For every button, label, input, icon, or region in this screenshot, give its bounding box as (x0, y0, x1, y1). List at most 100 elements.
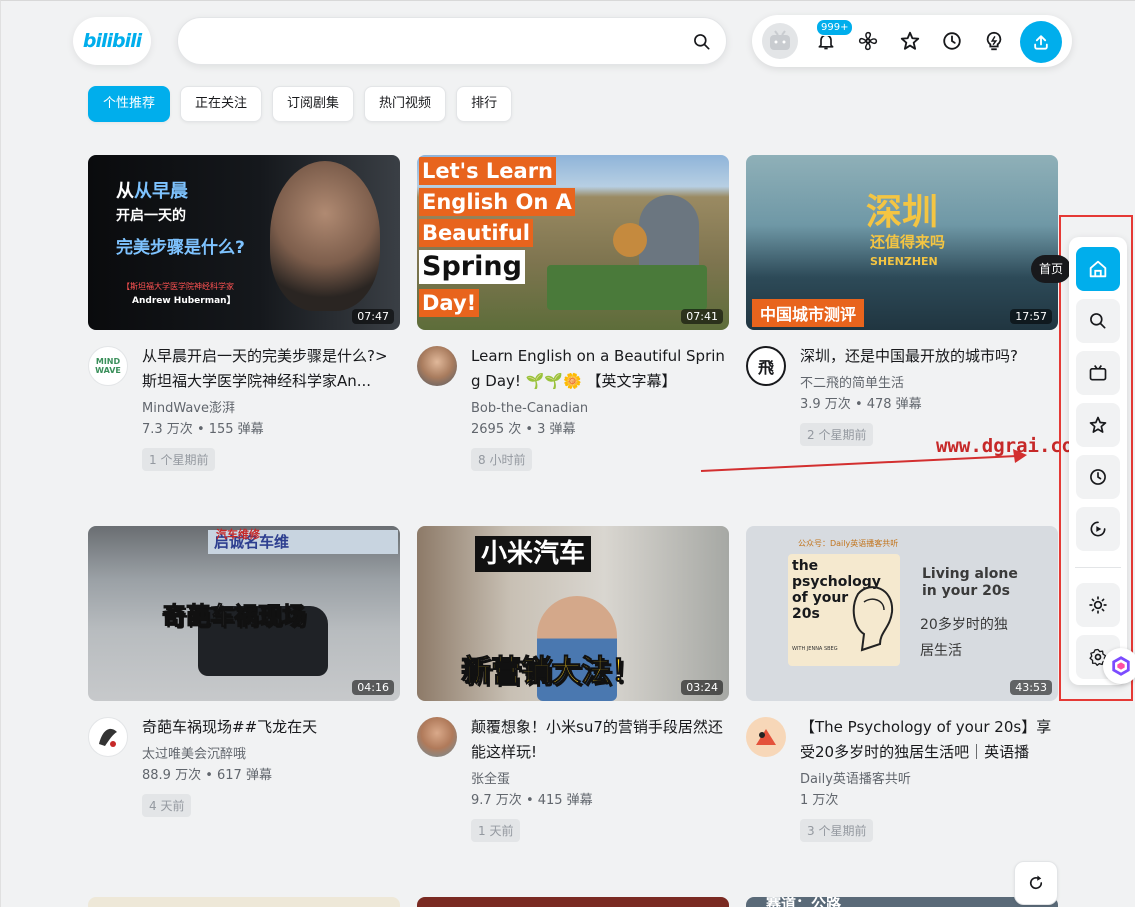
video-card[interactable]: 公众号：Daily英语播客共听 the psychology of your 2… (746, 526, 1058, 842)
video-thumbnail[interactable]: 深圳 还值得来吗 SHENZHEN 中国城市测评 17:57 (746, 155, 1058, 330)
thumb-text: English On A (419, 188, 575, 216)
video-card[interactable]: 启诚名车维 汽车维修 奇葩车祸现场 04:16 奇葩车祸现场##飞龙在天 太过唯… (88, 526, 400, 817)
uploader-name[interactable]: Bob-the-Canadian (471, 398, 729, 419)
thumb-text: 奇葩车祸现场 (162, 602, 307, 631)
thumb-text: 新营销大法！ (461, 654, 642, 690)
video-title[interactable]: 奇葩车祸现场##飞龙在天 (142, 715, 400, 740)
thumb-text: 【斯坦福大学医学院神经科学家 (122, 282, 234, 291)
tab-ranking[interactable]: 排行 (456, 86, 513, 122)
thumb-text: 从从早晨 (116, 181, 188, 202)
thumb-text: Beautiful (419, 219, 533, 247)
video-title[interactable]: 从早晨开启一天的完美步骤是什么?>斯坦福大学医学院神经科学家An... (142, 344, 400, 394)
uploader-name[interactable]: 不二飛的简单生活 (800, 373, 1058, 394)
thumb-text: Spring (419, 250, 525, 284)
publish-time: 8 小时前 (471, 448, 533, 471)
video-stats: 2695 次 • 3 弹幕 (471, 422, 576, 437)
bilibili-logo[interactable]: bilibili (73, 17, 151, 65)
thumb-text: WITH JENNA SBEG (792, 646, 838, 652)
video-thumbnail-partial[interactable] (417, 897, 729, 907)
tab-popular[interactable]: 热门视频 (364, 86, 447, 122)
lightbulb-icon[interactable] (982, 29, 1006, 53)
search-bar[interactable] (177, 17, 727, 65)
sidebar-divider (1075, 567, 1121, 568)
sun-icon (1089, 596, 1107, 614)
uploader-avatar[interactable] (746, 717, 786, 757)
video-duration: 04:16 (352, 680, 394, 695)
thumb-text: Let's Learn (419, 157, 557, 185)
clock-icon[interactable] (940, 29, 964, 53)
uploader-name[interactable]: MindWave澎湃 (142, 398, 400, 419)
publish-time: 1 天前 (471, 819, 521, 842)
video-thumbnail-partial[interactable]: 赛道：公路 (746, 897, 1058, 907)
video-stats: 9.7 万次 • 415 弹幕 (471, 793, 593, 808)
sidebar-theme-button[interactable] (1076, 583, 1120, 627)
sidebar-favorites-button[interactable] (1076, 403, 1120, 447)
video-thumbnail[interactable]: 从从早晨 开启一天的 完美步骤是什么? 【斯坦福大学医学院神经科学家 Andre… (88, 155, 400, 330)
uploader-name[interactable]: 张全蛋 (471, 769, 729, 790)
video-card[interactable]: Let's Learn English On A Beautiful Sprin… (417, 155, 729, 471)
home-icon (1089, 260, 1107, 278)
refresh-button[interactable] (1014, 861, 1058, 905)
tab-subscribed-series[interactable]: 订阅剧集 (272, 86, 355, 122)
video-thumbnail[interactable]: 启诚名车维 汽车维修 奇葩车祸现场 04:16 (88, 526, 400, 701)
tab-following[interactable]: 正在关注 (180, 86, 263, 122)
video-thumbnail[interactable]: 小米汽车 新营销大法！ 03:24 (417, 526, 729, 701)
video-card[interactable]: 从从早晨 开启一天的 完美步骤是什么? 【斯坦福大学医学院神经科学家 Andre… (88, 155, 400, 471)
uploader-avatar[interactable]: MIND WAVE (88, 346, 128, 386)
video-duration: 17:57 (1010, 309, 1052, 324)
uploader-name[interactable]: Daily英语播客共听 (800, 769, 1058, 790)
head-illustration-icon (852, 586, 894, 652)
video-card[interactable]: 小米汽车 新营销大法！ 03:24 颠覆想象！小米su7的营销手段居然还能这样玩… (417, 526, 729, 842)
fan-icon[interactable] (856, 29, 880, 53)
thumb-text: Living alone in your 20s (922, 566, 1018, 599)
publish-time: 4 天前 (142, 794, 192, 817)
upload-icon (1034, 35, 1048, 50)
sidebar-watchlater-button[interactable] (1076, 507, 1120, 551)
video-title[interactable]: 颠覆想象！小米su7的营销手段居然还能这样玩! (471, 715, 729, 765)
video-thumbnail-partial[interactable] (88, 897, 400, 907)
hexagon-app-icon (1112, 656, 1130, 676)
thumb-text: 小米汽车 (475, 536, 592, 572)
uploader-avatar[interactable] (88, 717, 128, 757)
search-input[interactable] (196, 30, 676, 54)
search-icon[interactable] (692, 32, 712, 52)
user-avatar[interactable] (762, 23, 798, 59)
home-tooltip: 首页 (1031, 255, 1072, 283)
thumb-text: 赛道：公路 (766, 897, 842, 907)
logo-text: bilibili (82, 30, 142, 52)
video-title[interactable]: 【The Psychology of your 20s】享受20多岁时的独居生活… (800, 715, 1058, 765)
sidebar-home-button[interactable] (1076, 247, 1120, 291)
video-duration: 07:47 (352, 309, 394, 324)
video-title[interactable]: 深圳，还是中国最开放的城市吗? (800, 344, 1058, 369)
upload-button[interactable] (1020, 21, 1062, 63)
tv-icon (1089, 365, 1107, 381)
video-title[interactable]: Learn English on a Beautiful Spring Day!… (471, 344, 729, 394)
star-icon[interactable] (898, 29, 922, 53)
publish-time: 3 个星期前 (800, 819, 874, 842)
uploader-avatar[interactable] (417, 346, 457, 386)
video-stats: 88.9 万次 • 617 弹幕 (142, 768, 272, 783)
clock-icon (1090, 469, 1106, 485)
thumb-text: 20多岁时的独居生活 (920, 617, 1008, 659)
video-card[interactable]: 深圳 还值得来吗 SHENZHEN 中国城市测评 17:57 飛 深圳，还是中国… (746, 155, 1058, 446)
video-stats: 3.9 万次 • 478 弹幕 (800, 397, 922, 412)
category-tabs: 个性推荐 正在关注 订阅剧集 热门视频 排行 (88, 86, 513, 122)
publish-time: 1 个星期前 (142, 448, 216, 471)
video-thumbnail[interactable]: Let's Learn English On A Beautiful Sprin… (417, 155, 729, 330)
uploader-name[interactable]: 太过唯美会沉醉哦 (142, 744, 400, 765)
video-thumbnail[interactable]: 公众号：Daily英语播客共听 the psychology of your 2… (746, 526, 1058, 701)
dog-figure (613, 223, 647, 257)
plant-cart (547, 265, 707, 310)
thumb-text: 开启一天的 (116, 208, 186, 224)
thumb-text: 深圳 (866, 191, 939, 233)
floating-app-button[interactable] (1103, 648, 1135, 684)
uploader-avatar[interactable] (417, 717, 457, 757)
play-icon (1090, 521, 1106, 537)
sidebar-tv-button[interactable] (1076, 351, 1120, 395)
tab-recommended[interactable]: 个性推荐 (88, 86, 171, 122)
video-stats: 7.3 万次 • 155 弹幕 (142, 422, 264, 437)
sidebar-search-button[interactable] (1076, 299, 1120, 343)
uploader-avatar[interactable]: 飛 (746, 346, 786, 386)
sidebar-history-button[interactable] (1076, 455, 1120, 499)
right-sidebar (1069, 237, 1127, 685)
